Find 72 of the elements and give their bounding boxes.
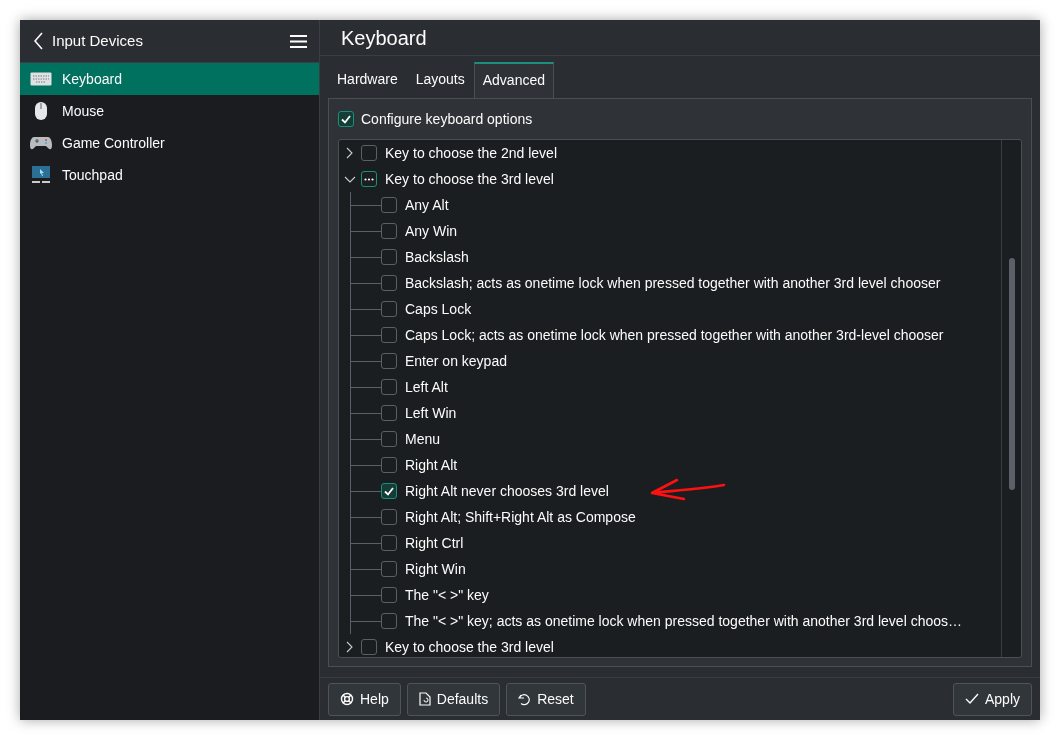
checkbox[interactable]: [381, 509, 397, 526]
scrollbar-thumb[interactable]: [1009, 258, 1015, 491]
checkmark-icon: [384, 486, 394, 496]
apply-button[interactable]: Apply: [952, 682, 1032, 716]
menu-icon[interactable]: [290, 34, 307, 48]
dots-icon: [364, 177, 374, 181]
checkbox[interactable]: [381, 275, 397, 292]
checkbox-label: Configure keyboard options: [361, 109, 533, 129]
checkbox[interactable]: [381, 327, 397, 344]
sidebar-label: Keyboard: [62, 69, 122, 89]
checkbox[interactable]: [381, 561, 397, 578]
checkbox[interactable]: [381, 249, 397, 266]
tree-item-label[interactable]: Key to choose the 2nd level: [385, 142, 557, 164]
sidebar-label: Touchpad: [62, 165, 123, 185]
checkbox[interactable]: [381, 457, 397, 474]
touchpad-icon: [31, 166, 51, 184]
sidebar-title: Input Devices: [52, 30, 144, 51]
sidebar-item[interactable]: Keyboard: [20, 63, 319, 95]
tree-item-label[interactable]: Caps Lock: [405, 298, 472, 320]
tab[interactable]: Advanced: [473, 62, 555, 99]
sidebar-label: Game Controller: [62, 133, 165, 153]
checkbox[interactable]: [381, 379, 397, 396]
tree-item-label[interactable]: Caps Lock; acts as onetime lock when pressed together with another 3rd-level chooser: [405, 324, 944, 346]
tree-item-label[interactable]: Menu: [405, 428, 441, 450]
defaults-button[interactable]: Defaults: [406, 682, 501, 716]
sidebar-item[interactable]: Game Controller: [20, 127, 319, 159]
tree-item-label[interactable]: Right Alt never chooses 3rd level: [405, 480, 609, 502]
gamepad-icon: [30, 135, 52, 151]
tree-item-label[interactable]: Backslash; acts as onetime lock when pressed together with another 3rd level chooser: [405, 272, 941, 294]
help-icon: [340, 692, 354, 707]
document-icon: [418, 692, 431, 707]
tree-item-label[interactable]: Left Win: [405, 402, 457, 424]
checkbox[interactable]: [381, 535, 397, 552]
checkbox[interactable]: [381, 197, 397, 214]
tree-item-label[interactable]: Any Win: [405, 220, 458, 242]
checkbox[interactable]: [338, 111, 354, 128]
checkmark-icon: [964, 693, 979, 706]
tree-item-label[interactable]: Key to choose the 3rd level: [385, 168, 554, 190]
tab[interactable]: Layouts: [406, 62, 474, 99]
keyboard-icon: [30, 72, 52, 86]
checkbox[interactable]: [381, 431, 397, 448]
tree-item-label[interactable]: Any Alt: [405, 194, 449, 216]
back-icon[interactable]: [34, 32, 44, 50]
tree-item-label[interactable]: Right Alt; Shift+Right Alt as Compose: [405, 506, 636, 528]
checkbox[interactable]: [381, 483, 397, 500]
checkbox[interactable]: [361, 639, 377, 656]
tree-item-label[interactable]: Right Ctrl: [405, 532, 464, 554]
tab[interactable]: Hardware: [328, 62, 407, 99]
sidebar-item[interactable]: Mouse: [20, 95, 319, 127]
tree-item-label[interactable]: The "< >" key; acts as onetime lock when pressed together with another 3rd level choos…: [405, 610, 962, 632]
tree-item-label[interactable]: Backslash: [405, 246, 469, 268]
tree-item-label[interactable]: Left Alt: [405, 376, 448, 398]
checkmark-icon: [341, 114, 351, 124]
tree-item-label[interactable]: Right Alt: [405, 454, 458, 476]
checkbox[interactable]: [381, 587, 397, 604]
sidebar-label: Mouse: [62, 101, 105, 121]
reset-button[interactable]: Reset: [506, 682, 586, 716]
sidebar-item[interactable]: Touchpad: [20, 159, 319, 191]
undo-icon: [518, 692, 532, 706]
tree-item-label[interactable]: The "< >" key: [405, 584, 489, 606]
checkbox[interactable]: [381, 353, 397, 370]
tree-item-label[interactable]: Key to choose the 3rd level: [385, 636, 554, 658]
checkbox[interactable]: [361, 171, 377, 188]
tree-item-label[interactable]: Right Win: [405, 558, 466, 580]
tree-item-label[interactable]: Enter on keypad: [405, 350, 507, 372]
help-button[interactable]: Help: [328, 682, 401, 716]
checkbox[interactable]: [381, 223, 397, 240]
checkbox[interactable]: [381, 405, 397, 422]
checkbox[interactable]: [381, 301, 397, 318]
checkbox[interactable]: [381, 613, 397, 630]
mouse-icon: [34, 101, 48, 121]
checkbox[interactable]: [361, 145, 377, 162]
